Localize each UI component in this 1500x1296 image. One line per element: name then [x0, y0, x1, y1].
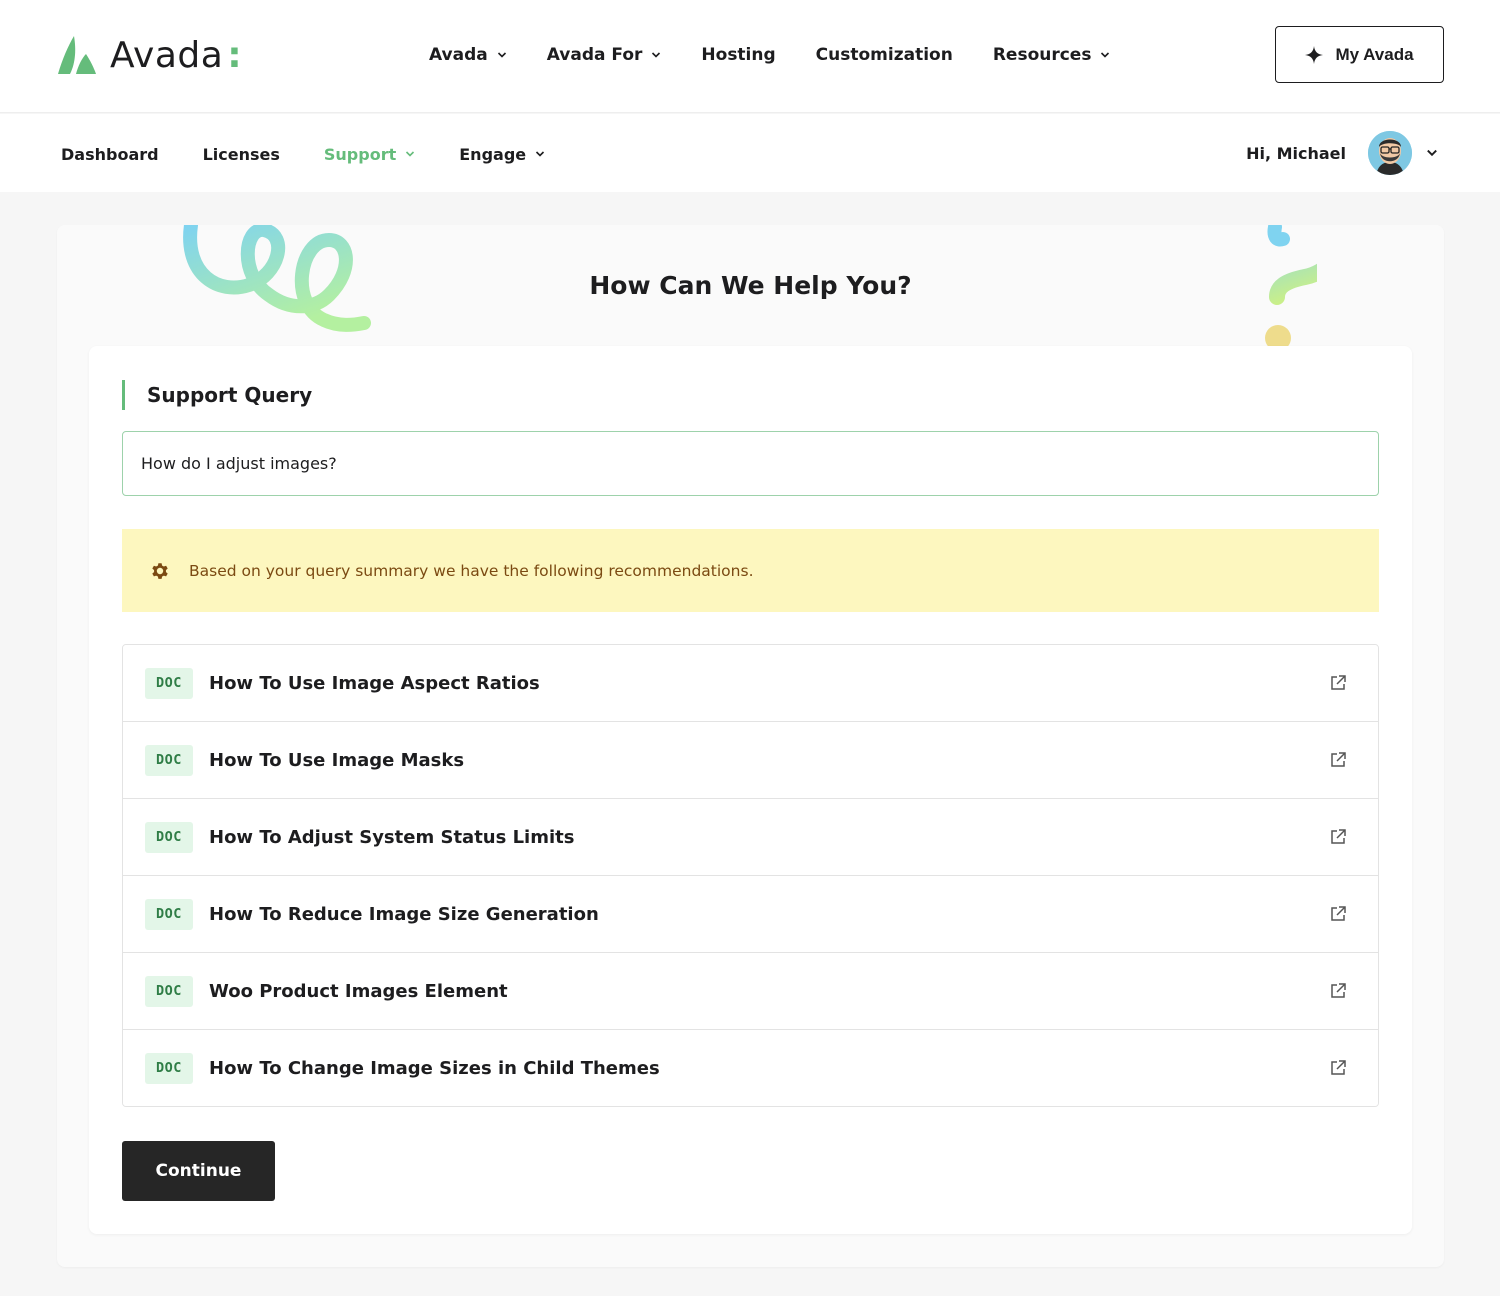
subnav-item-support[interactable]: Support	[324, 145, 415, 164]
logo-colon: :	[227, 34, 242, 76]
doc-badge: DOC	[145, 975, 193, 1007]
recommendation-title: Woo Product Images Element	[209, 980, 508, 1002]
chevron-down-icon	[652, 52, 661, 58]
user-greeting: Hi, Michael	[1246, 143, 1346, 163]
recommendations-list: DOC How To Use Image Aspect Ratios DOC H…	[122, 644, 1379, 1107]
chevron-down-icon[interactable]	[1426, 147, 1438, 159]
recommendation-title: How To Change Image Sizes in Child Theme…	[209, 1057, 660, 1079]
chevron-down-icon	[497, 52, 506, 58]
avada-leaf-icon	[58, 36, 96, 74]
external-link-icon[interactable]	[1328, 827, 1348, 847]
external-link-icon[interactable]	[1328, 673, 1348, 693]
chevron-down-icon	[1101, 52, 1110, 58]
support-query-input[interactable]	[122, 431, 1379, 496]
notice-text: Based on your query summary we have the …	[189, 561, 754, 580]
recommendation-title: How To Adjust System Status Limits	[209, 826, 575, 848]
nav-item-avada-for[interactable]: Avada For	[547, 45, 662, 65]
nav-label: Resources	[992, 45, 1092, 65]
nav-item-customization[interactable]: Customization	[816, 45, 953, 65]
recommendation-notice: Based on your query summary we have the …	[122, 529, 1379, 612]
page-title: How Can We Help You?	[589, 271, 912, 300]
sparkle-icon	[1305, 45, 1324, 64]
recommendation-item[interactable]: DOC Woo Product Images Element	[123, 953, 1378, 1030]
recommendation-title: How To Reduce Image Size Generation	[209, 903, 599, 925]
subnav-label: Support	[323, 144, 397, 164]
recommendation-title: How To Use Image Masks	[209, 749, 465, 771]
account-subnav: Dashboard Licenses Support Engage Hi, Mi…	[0, 114, 1500, 192]
recommendation-item[interactable]: DOC How To Use Image Aspect Ratios	[123, 645, 1378, 722]
chevron-down-icon	[406, 151, 415, 157]
top-header: Avada : Avada Avada For Hosting Customiz…	[0, 0, 1500, 113]
recommendation-item[interactable]: DOC How To Use Image Masks	[123, 722, 1378, 799]
recommendation-item[interactable]: DOC How To Adjust System Status Limits	[123, 799, 1378, 876]
subnav-label: Dashboard	[61, 144, 159, 164]
main-nav: Avada Avada For Hosting Customization Re…	[429, 40, 1150, 70]
nav-label: Customization	[815, 45, 953, 65]
logo-text: Avada	[110, 34, 224, 76]
external-link-icon[interactable]	[1328, 904, 1348, 924]
avatar-illustration	[1368, 131, 1412, 175]
support-query-panel: Support Query Based on your query summar…	[89, 346, 1412, 1234]
nav-item-resources[interactable]: Resources	[993, 45, 1111, 65]
external-link-icon[interactable]	[1328, 750, 1348, 770]
continue-button[interactable]: Continue	[122, 1141, 275, 1201]
subnav-label: Licenses	[202, 144, 280, 164]
avatar[interactable]	[1368, 131, 1412, 175]
doc-badge: DOC	[145, 744, 193, 776]
my-avada-label: My Avada	[1335, 44, 1414, 64]
nav-label: Avada For	[546, 45, 643, 65]
account-nav: Dashboard Licenses Support Engage	[61, 141, 589, 167]
external-link-icon[interactable]	[1328, 981, 1348, 1001]
support-card: How Can We Help You? Support Query Based…	[57, 225, 1444, 1267]
logo[interactable]: Avada :	[56, 34, 242, 76]
nav-label: Hosting	[701, 45, 776, 65]
chevron-down-icon	[536, 151, 545, 157]
nav-item-hosting[interactable]: Hosting	[701, 45, 775, 65]
doc-badge: DOC	[145, 667, 193, 699]
subnav-label: Engage	[459, 144, 527, 164]
external-link-icon[interactable]	[1328, 1058, 1348, 1078]
subnav-item-engage[interactable]: Engage	[459, 145, 545, 164]
nav-item-avada[interactable]: Avada	[429, 45, 507, 65]
recommendation-item[interactable]: DOC How To Reduce Image Size Generation	[123, 876, 1378, 953]
doc-badge: DOC	[145, 898, 193, 930]
section-title: Support Query	[122, 380, 312, 410]
doc-badge: DOC	[145, 821, 193, 853]
recommendation-item[interactable]: DOC How To Change Image Sizes in Child T…	[123, 1030, 1378, 1106]
doc-badge: DOC	[145, 1052, 193, 1084]
recommendation-title: How To Use Image Aspect Ratios	[209, 672, 540, 694]
gear-icon	[152, 562, 168, 579]
user-menu[interactable]: Hi, Michael	[1246, 131, 1438, 175]
nav-label: Avada	[429, 45, 488, 65]
subnav-item-dashboard[interactable]: Dashboard	[61, 145, 159, 164]
my-avada-button[interactable]: My Avada	[1275, 26, 1444, 83]
subnav-item-licenses[interactable]: Licenses	[203, 145, 280, 164]
